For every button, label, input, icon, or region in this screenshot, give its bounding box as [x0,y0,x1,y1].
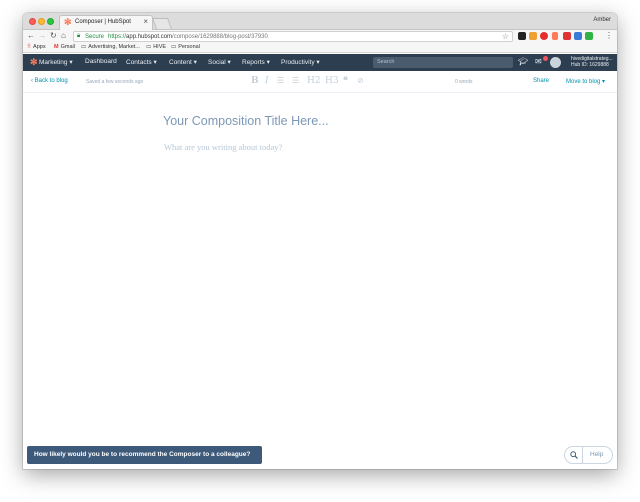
pinterest-icon[interactable] [540,32,548,40]
url-text: https://app.hubspot.com/compose/1629888/… [108,34,268,40]
quote-icon[interactable]: ❝ [343,76,348,86]
post-title-input[interactable]: Your Composition Title Here... [163,114,329,128]
folder-icon: ▭ [146,44,152,50]
save-status: Saved a few seconds ago [86,79,144,85]
help-widget[interactable]: Help [564,446,613,464]
tab-strip: ✻ Composer | HubSpot × Amber [23,13,617,30]
account-menu[interactable]: hivedigitalstrateg... Hub ID: 1629888 [571,56,613,68]
nav-productivity-label: Productivity [281,59,315,66]
browser-menu-icon[interactable]: ⋮ [605,31,613,40]
nav-marketing-label: Marketing [39,59,68,66]
composer-toolbar: ‹ Back to blog Saved a few seconds ago B… [23,71,617,93]
gmail-icon: M [54,44,59,50]
bookmark-folder-advertising[interactable]: ▭ Advertising, Market... [81,44,140,50]
nav-marketing[interactable]: Marketing ▾ [39,58,73,66]
url-host: app.hubspot.com [126,34,173,40]
bulleted-list-icon[interactable]: ☰ [277,76,284,85]
nav-social[interactable]: Social ▾ [208,58,231,66]
close-tab-icon[interactable]: × [143,17,148,26]
home-icon[interactable]: ⌂ [61,31,66,40]
word-count: 0 words [455,79,473,85]
italic-button[interactable]: I [265,76,269,86]
tab-title: Composer | HubSpot [75,19,131,25]
lock-icon: 🔒︎ [77,33,81,39]
nav-dashboard[interactable]: Dashboard [85,58,117,65]
hubspot-favicon-icon: ✻ [64,17,72,27]
notification-badge [543,56,548,61]
bookmark-apps[interactable]: ⠿ Apps [27,44,46,50]
move-to-blog-menu[interactable]: Move to blog ▾ [566,78,605,85]
bookmark-folder-hive[interactable]: ▭ HIVE [146,44,166,50]
extension-icon[interactable] [585,32,593,40]
post-body-input[interactable]: What are you writing about today? [164,142,282,152]
browser-toolbar: ← → ↻ ⌂ 🔒︎ Secure https://app.hubspot.co… [23,30,617,43]
hubspot-search-input[interactable]: Search [373,57,513,68]
user-avatar[interactable] [550,57,561,68]
academy-icon[interactable]: 🎓︎ [518,57,528,66]
extension-icon[interactable] [529,32,537,40]
nav-content[interactable]: Content ▾ [169,58,197,66]
minimize-window-button[interactable] [38,18,45,25]
heading3-button[interactable]: H3 [325,76,339,86]
bookmarks-bar: ⠿ Apps M Gmail ▭ Advertising, Market... ▭ HI… [23,43,617,53]
heading2-button[interactable]: H2 [307,76,321,86]
help-search-icon[interactable] [565,447,583,463]
profile-name[interactable]: Amber [593,17,611,23]
hubspot-logo-icon[interactable]: ✻ [30,57,38,68]
link-icon[interactable]: ⊘ [357,76,364,85]
nav-reports-label: Reports [242,59,265,66]
zoom-window-button[interactable] [47,18,54,25]
help-label: Help [590,451,604,458]
bookmark-label: Gmail [60,44,75,50]
reload-icon[interactable]: ↻ [50,31,57,40]
bookmark-star-icon[interactable]: ☆ [502,32,509,41]
nav-social-label: Social [208,59,226,66]
bookmark-label: Apps [33,44,46,50]
hub-id: Hub ID: 1629888 [571,62,609,68]
pocket-icon[interactable] [563,32,571,40]
close-window-button[interactable] [29,18,36,25]
extension-icon[interactable] [518,32,526,40]
folder-icon: ▭ [81,44,87,50]
hubspot-nav: ✻ Marketing ▾ Dashboard Contacts ▾ Conte… [23,54,617,71]
bookmark-label: Advertising, Market... [88,44,140,50]
nav-productivity[interactable]: Productivity ▾ [281,58,320,66]
folder-icon: ▭ [171,44,177,50]
nav-reports[interactable]: Reports ▾ [242,58,270,66]
forward-arrow-icon[interactable]: → [38,31,46,40]
back-label: Back to blog [34,78,68,84]
feedback-survey-button[interactable]: How likely would you be to recommend the… [27,446,262,464]
secure-label: Secure [85,34,105,40]
new-tab-button[interactable] [151,18,173,29]
back-to-blog-link[interactable]: ‹ Back to blog [31,78,68,84]
bookmark-folder-personal[interactable]: ▭ Personal [171,44,200,50]
bookmark-label: Personal [178,44,200,50]
url-path: /compose/1629888/blog-post/37930 [172,34,268,40]
share-link[interactable]: Share [533,78,549,84]
browser-window: ✻ Composer | HubSpot × Amber ← → ↻ ⌂ 🔒︎ … [23,13,617,469]
bookmark-gmail[interactable]: M Gmail [54,44,75,50]
nav-content-label: Content [169,59,192,66]
bookmark-label: HIVE [153,44,167,50]
hubspot-extension-icon[interactable] [552,32,558,40]
nav-contacts-label: Contacts [126,59,152,66]
address-bar[interactable]: 🔒︎ Secure https://app.hubspot.com/compos… [73,31,513,42]
url-protocol: https:// [108,34,127,40]
browser-tab[interactable]: ✻ Composer | HubSpot × [59,15,153,30]
notifications-icon[interactable]: ✉ [535,57,542,66]
survey-prompt: How likely would you be to recommend the… [34,451,251,458]
move-label: Move to blog [566,79,601,85]
back-arrow-icon[interactable]: ← [27,31,35,40]
bold-button[interactable]: B [251,76,259,86]
numbered-list-icon[interactable]: ☰ [292,76,299,85]
extension-icon[interactable] [574,32,582,40]
search-placeholder: Search [377,59,395,65]
nav-contacts[interactable]: Contacts ▾ [126,58,157,66]
apps-grid-icon: ⠿ [27,44,32,50]
